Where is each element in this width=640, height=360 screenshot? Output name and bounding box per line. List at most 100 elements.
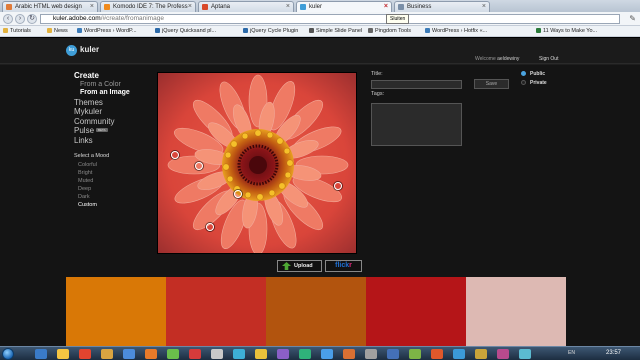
tab-close-icon[interactable]: × [188, 2, 192, 12]
tab-close-icon[interactable]: × [384, 2, 388, 12]
kuler-wordmark[interactable]: kuler [80, 45, 99, 54]
flickr-label-blue: flick [335, 262, 350, 269]
mood-custom[interactable]: Custom [78, 201, 97, 209]
folder-icon [47, 27, 52, 33]
browser-tab[interactable]: Komodo IDE 7: The Profess × [100, 1, 196, 12]
chrome-taskbar-icon[interactable] [321, 349, 333, 359]
bookmark-item[interactable]: 11 Ways to Make Yo... [536, 26, 597, 36]
color-picker-handle[interactable] [334, 182, 342, 190]
bookmark-item[interactable]: WordPress › WordP... [77, 26, 137, 36]
browser-tab[interactable]: Business × [394, 1, 490, 12]
bookmark-item[interactable]: jQuery Cycle Plugin [243, 26, 298, 36]
komodo-favicon-icon [104, 4, 110, 10]
ie-taskbar-icon[interactable] [35, 349, 47, 359]
wordpress-icon [425, 27, 430, 33]
bookmark-item[interactable]: News [47, 26, 68, 36]
app-taskbar-icon[interactable] [189, 349, 201, 359]
color-swatch[interactable] [266, 277, 366, 346]
save-button[interactable]: Save [474, 79, 509, 89]
bookmark-label: News [54, 28, 68, 34]
mood-colorful[interactable]: Colorful [78, 161, 97, 169]
app-taskbar-icon[interactable] [497, 349, 509, 359]
bookmark-item[interactable]: Simple Slide Panel [309, 26, 362, 36]
kuler-logo-icon[interactable]: ku [66, 45, 77, 56]
app-taskbar-icon[interactable] [101, 349, 113, 359]
language-indicator[interactable]: EN [568, 350, 575, 356]
media-taskbar-icon[interactable] [79, 349, 91, 359]
reload-button[interactable]: ↻ [27, 14, 37, 24]
username: aeldewiny [497, 56, 520, 62]
app-taskbar-icon[interactable] [255, 349, 267, 359]
address-bar[interactable]: kuler.adobe.com/#create/fromanimage [40, 14, 620, 24]
tab-close-icon[interactable]: × [286, 2, 290, 12]
app-taskbar-icon[interactable] [145, 349, 157, 359]
mood-dark[interactable]: Dark [78, 193, 97, 201]
source-image[interactable] [157, 72, 357, 254]
color-swatch[interactable] [366, 277, 466, 346]
aptana-favicon-icon [202, 4, 208, 10]
nav-from-image[interactable]: From an Image [74, 89, 154, 98]
nav-links[interactable]: Links [74, 136, 154, 146]
app-taskbar-icon[interactable] [167, 349, 179, 359]
app-taskbar-icon[interactable] [519, 349, 531, 359]
bookmark-item[interactable]: Pingdom Tools [368, 26, 411, 36]
color-picker-handle[interactable] [234, 190, 242, 198]
tags-input[interactable] [371, 103, 462, 146]
color-swatch[interactable] [466, 277, 566, 346]
browser-tab[interactable]: Aptana × [198, 1, 294, 12]
app-taskbar-icon[interactable] [343, 349, 355, 359]
tab-close-icon[interactable]: × [482, 2, 486, 12]
mood-deep[interactable]: Deep [78, 185, 97, 193]
explorer-taskbar-icon[interactable] [57, 349, 69, 359]
color-swatch[interactable] [166, 277, 266, 346]
beta-badge: BETA [96, 128, 108, 132]
app-taskbar-icon[interactable] [233, 349, 245, 359]
bookmark-label: WordPress › WordP... [84, 28, 137, 34]
color-picker-handle[interactable] [171, 151, 179, 159]
bookmark-item[interactable]: WordPress › Hotfix «... [425, 26, 487, 36]
upload-button[interactable]: Upload [277, 260, 322, 272]
clock[interactable]: 23:57 [606, 350, 621, 356]
nav-community[interactable]: Community [74, 117, 154, 127]
private-radio[interactable] [521, 80, 526, 85]
bookmark-item[interactable]: Tutorials [3, 26, 31, 36]
nav-create[interactable]: Create [74, 71, 154, 81]
flickr-button[interactable]: flickr [325, 260, 362, 272]
app-taskbar-icon[interactable] [277, 349, 289, 359]
nav-pulse[interactable]: Pulse BETA [74, 126, 154, 136]
app-taskbar-icon[interactable] [453, 349, 465, 359]
mood-list: Colorful Bright Muted Deep Dark Custom [78, 161, 97, 209]
public-radio[interactable] [521, 71, 526, 76]
forward-button[interactable]: › [15, 14, 25, 24]
back-button[interactable]: ‹ [3, 14, 13, 24]
nav-themes[interactable]: Themes [74, 98, 154, 108]
browser-tab-active[interactable]: kuler × [296, 1, 392, 12]
app-taskbar-icon[interactable] [299, 349, 311, 359]
sign-out-link[interactable]: Sign Out [539, 56, 558, 62]
url-host: kuler.adobe.com [53, 15, 101, 22]
nav-pulse-label: Pulse [74, 126, 95, 135]
app-taskbar-icon[interactable] [409, 349, 421, 359]
app-taskbar-icon[interactable] [431, 349, 443, 359]
tab-close-icon[interactable]: × [90, 2, 94, 12]
mood-bright[interactable]: Bright [78, 169, 97, 177]
app-taskbar-icon[interactable] [123, 349, 135, 359]
browser-tab[interactable]: Arabic HTML web design × [2, 1, 98, 12]
bookmark-item[interactable]: jQuery Quicksand pl... [155, 26, 216, 36]
app-taskbar-icon[interactable] [475, 349, 487, 359]
color-swatch[interactable] [66, 277, 166, 346]
nav-from-color[interactable]: From a Color [74, 81, 154, 90]
app-taskbar-icon[interactable] [365, 349, 377, 359]
upload-label: Upload [294, 263, 313, 269]
color-picker-handle[interactable] [195, 162, 203, 170]
title-label: Title: [371, 71, 383, 77]
color-picker-handle[interactable] [206, 223, 214, 231]
nav-mykuler[interactable]: Mykuler [74, 107, 154, 117]
title-input[interactable] [371, 80, 462, 89]
mood-muted[interactable]: Muted [78, 177, 97, 185]
start-button[interactable] [2, 348, 14, 360]
settings-wrench-icon[interactable]: ✎ [629, 14, 636, 23]
browser-toolbar: ‹ › ↻ kuler.adobe.com/#create/fromanimag… [0, 12, 640, 26]
app-taskbar-icon[interactable] [211, 349, 223, 359]
app-taskbar-icon[interactable] [387, 349, 399, 359]
